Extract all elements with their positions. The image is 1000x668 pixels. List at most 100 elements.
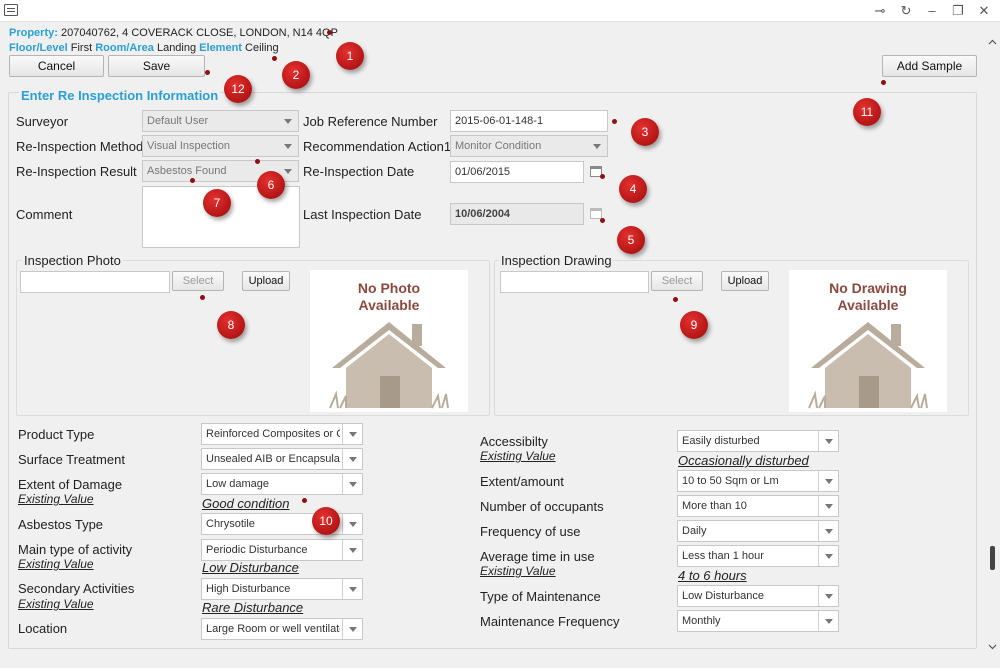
frequency-label: Frequency of use [480,524,581,539]
surveyor-select[interactable]: Default User [142,110,299,132]
maintenance-frequency-value: Monthly [682,615,721,627]
no-photo-line1: No Photo [357,280,421,296]
annotation-badge-4: 4 [619,175,647,203]
result-value: Asbestos Found [147,165,227,177]
property-line: Property: 207040762, 4 COVERACK CLOSE, L… [9,27,338,39]
annotation-badge-1: 1 [336,42,364,70]
drawing-upload-button[interactable]: Upload [721,271,769,291]
product-type-value: Reinforced Composites or Ce [206,428,340,440]
annotation-dot [327,30,332,35]
chevron-down-icon [278,136,298,156]
frequency-select[interactable]: Daily [677,520,839,542]
occupants-label: Number of occupants [480,499,604,514]
property-label: Property: [9,27,58,39]
surveyor-label: Surveyor [16,114,69,129]
accessibility-existing: Occasionally disturbed [678,453,809,468]
scroll-up-icon[interactable] [988,38,997,47]
secondary-activities-existing: Rare Disturbance [202,600,304,615]
annotation-badge-11: 11 [853,98,881,126]
scrollbar-thumb[interactable] [990,546,995,570]
job-ref-input[interactable]: 2015-06-01-148-1 [450,110,608,132]
average-time-select[interactable]: Less than 1 hour [677,545,839,567]
annotation-dot [600,174,605,179]
no-drawing-placeholder: No Drawing Available [789,270,947,412]
extent-damage-select[interactable]: Low damage [201,473,363,495]
main-activity-value: Periodic Disturbance [206,544,308,556]
annotation-dot [600,218,605,223]
accessibility-value: Easily disturbed [682,435,760,447]
photo-select-button[interactable]: Select [172,271,224,291]
drawing-path-input[interactable] [500,271,649,293]
chevron-down-icon [342,424,362,444]
existing-value-label: Existing Value [480,564,556,578]
surface-treatment-select[interactable]: Unsealed AIB or Encapsulate [201,448,363,470]
drawing-select-button[interactable]: Select [651,271,703,291]
photo-upload-button[interactable]: Upload [242,271,290,291]
annotation-dot [612,119,617,124]
maintenance-frequency-select[interactable]: Monthly [677,610,839,632]
surveyor-value: Default User [147,115,209,127]
annotation-badge-8: 8 [217,311,245,339]
maintenance-type-select[interactable]: Low Disturbance [677,585,839,607]
extent-amount-label: Extent/amount [480,474,564,489]
average-time-label: Average time in use [480,549,595,564]
rec-action-select[interactable]: Monitor Condition [450,135,608,157]
product-type-select[interactable]: Reinforced Composites or Ce [201,423,363,445]
title-bar: ⊸ ↻ – ❐ ✕ [0,0,1000,22]
annotation-dot [881,80,886,85]
vertical-scrollbar[interactable] [985,30,1000,658]
annotation-dot [205,70,210,75]
chevron-down-icon [818,471,838,491]
cancel-button[interactable]: Cancel [9,55,104,77]
chevron-down-icon [342,579,362,599]
occupants-value: More than 10 [682,500,747,512]
floor-label: Floor/Level [9,42,68,54]
location-value: Large Room or well ventilated [206,623,340,635]
pin-icon[interactable]: ⊸ [868,2,892,20]
average-time-value: Less than 1 hour [682,550,764,562]
close-icon[interactable]: ✕ [972,2,996,20]
save-button[interactable]: Save [108,55,205,77]
occupants-select[interactable]: More than 10 [677,495,839,517]
chevron-down-icon [342,619,362,639]
last-inspection-input: 10/06/2004 [450,203,584,225]
annotation-badge-10: 10 [312,507,340,535]
location-line: Floor/Level First Room/Area Landing Elem… [9,42,279,54]
asbestos-type-label: Asbestos Type [18,517,104,532]
no-photo-text: No Photo Available [310,280,468,314]
extent-amount-select[interactable]: 10 to 50 Sqm or Lm [677,470,839,492]
chevron-down-icon [342,514,362,534]
reinspection-date-input[interactable]: 01/06/2015 [450,161,584,183]
annotation-badge-3: 3 [631,118,659,146]
surface-treatment-value: Unsealed AIB or Encapsulate [206,453,340,465]
inspection-drawing-title: Inspection Drawing [499,253,614,268]
secondary-activities-value: High Disturbance [206,583,291,595]
location-select[interactable]: Large Room or well ventilated [201,618,363,640]
element-label: Element [199,42,242,54]
restore-icon[interactable]: ❐ [946,2,970,20]
photo-path-input[interactable] [20,271,170,293]
scroll-down-icon[interactable] [988,642,997,651]
product-type-label: Product Type [18,427,95,442]
calendar-icon-disabled [590,208,602,219]
method-value: Visual Inspection [147,140,230,152]
add-sample-button[interactable]: Add Sample [882,55,977,77]
minimize-icon[interactable]: – [920,2,944,20]
main-activity-select[interactable]: Periodic Disturbance [201,539,363,561]
chevron-down-icon [342,449,362,469]
section-title: Enter Re Inspection Information [19,88,221,103]
annotation-badge-12: 12 [224,75,252,103]
accessibility-select[interactable]: Easily disturbed [677,430,839,452]
no-drawing-line1: No Drawing [829,280,907,296]
rec-action-label: Recommendation Action1 [303,139,452,154]
method-select[interactable]: Visual Inspection [142,135,299,157]
existing-value-label: Existing Value [480,449,556,463]
refresh-icon[interactable]: ↻ [894,2,918,20]
comment-label: Comment [16,207,73,222]
extent-damage-label: Extent of Damage [18,477,123,492]
existing-value-label: Existing Value [18,492,94,506]
inspection-photo-title: Inspection Photo [22,253,123,268]
chevron-down-icon [818,586,838,606]
floor-value: First [70,42,93,54]
secondary-activities-select[interactable]: High Disturbance [201,578,363,600]
